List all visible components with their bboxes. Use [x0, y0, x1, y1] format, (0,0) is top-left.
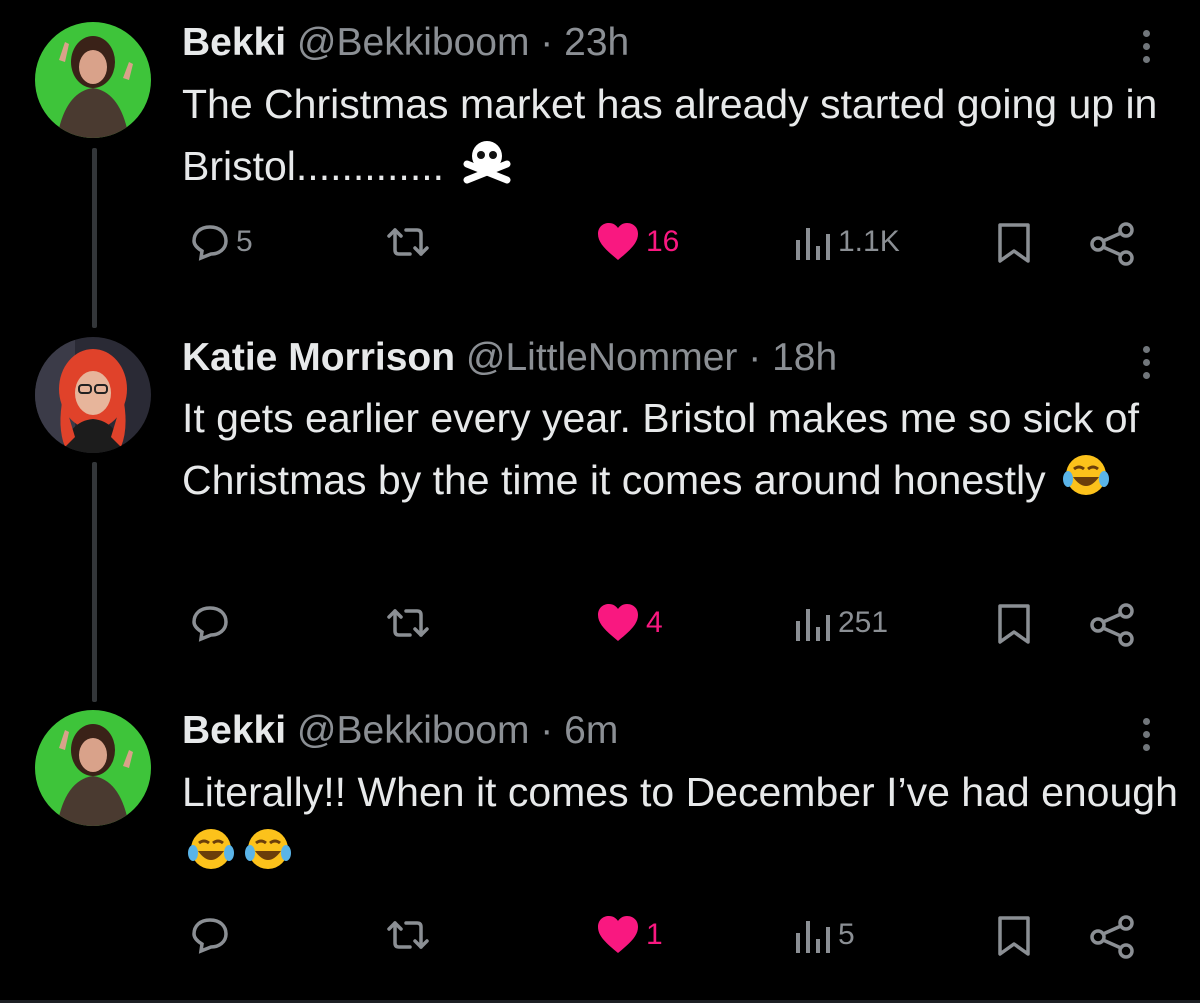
tweet[interactable]: Bekki @Bekkiboom · 6m Literally!! When i… — [0, 0, 1200, 959]
view-count: 251 — [838, 606, 889, 639]
retweet-button[interactable] — [384, 915, 432, 955]
display-name[interactable]: Bekki — [182, 709, 286, 752]
reply-button[interactable] — [190, 603, 236, 643]
more-options-icon[interactable] — [1139, 714, 1153, 755]
display-name[interactable]: Katie Morrison — [182, 336, 455, 379]
reply-icon — [192, 918, 228, 954]
timestamp[interactable]: 18h — [772, 336, 837, 379]
separator-dot: · — [540, 709, 554, 752]
tweet-text: It gets earlier every year. Bristol make… — [182, 387, 1182, 514]
laughing-tears-emoji-icon — [188, 826, 234, 888]
timestamp[interactable]: 6m — [564, 709, 618, 752]
tweet-header: Bekki @Bekkiboom · 6m — [182, 708, 618, 754]
bookmark-button[interactable] — [996, 915, 1032, 957]
avatar[interactable] — [35, 710, 151, 826]
retweet-button[interactable] — [384, 603, 432, 643]
like-count: 1 — [646, 918, 663, 951]
bookmark-icon — [998, 916, 1030, 956]
views-button[interactable]: 5 — [792, 915, 855, 955]
like-count: 4 — [646, 606, 663, 639]
views-icon — [796, 921, 830, 953]
bookmark-icon — [998, 604, 1030, 644]
avatar[interactable] — [35, 337, 151, 453]
tweet-actions: 1 5 — [0, 915, 1200, 965]
tweet-actions: 4 251 — [0, 603, 1200, 653]
retweet-icon — [387, 921, 429, 949]
tweet-text: Literally!! When it comes to December I’… — [182, 761, 1182, 888]
handle[interactable]: @Bekkiboom — [297, 709, 530, 752]
tweet-text-body: Literally!! When it comes to December I’… — [182, 769, 1178, 815]
retweet-icon — [387, 609, 429, 637]
like-button[interactable]: 1 — [596, 915, 663, 955]
share-button[interactable] — [1090, 915, 1136, 959]
handle[interactable]: @LittleNommer — [466, 336, 737, 379]
like-button[interactable]: 4 — [596, 603, 663, 643]
share-icon — [1090, 915, 1134, 959]
thread-line — [92, 462, 97, 702]
tweet-header: Katie Morrison @LittleNommer · 18h — [182, 335, 837, 381]
share-button[interactable] — [1090, 603, 1136, 647]
separator-dot: · — [748, 336, 762, 379]
laughing-tears-emoji-icon — [1063, 452, 1110, 514]
reply-icon — [192, 606, 228, 642]
laughing-tears-emoji-icon — [245, 826, 292, 888]
views-icon — [796, 609, 830, 641]
more-options-icon[interactable] — [1139, 342, 1153, 383]
views-button[interactable]: 251 — [792, 603, 888, 643]
bookmark-button[interactable] — [996, 603, 1032, 645]
heart-icon — [598, 916, 638, 953]
reply-button[interactable] — [190, 915, 236, 955]
share-icon — [1090, 603, 1134, 647]
tweet-text-body: It gets earlier every year. Bristol make… — [182, 395, 1139, 503]
view-count: 5 — [838, 918, 855, 951]
heart-icon — [598, 604, 638, 641]
